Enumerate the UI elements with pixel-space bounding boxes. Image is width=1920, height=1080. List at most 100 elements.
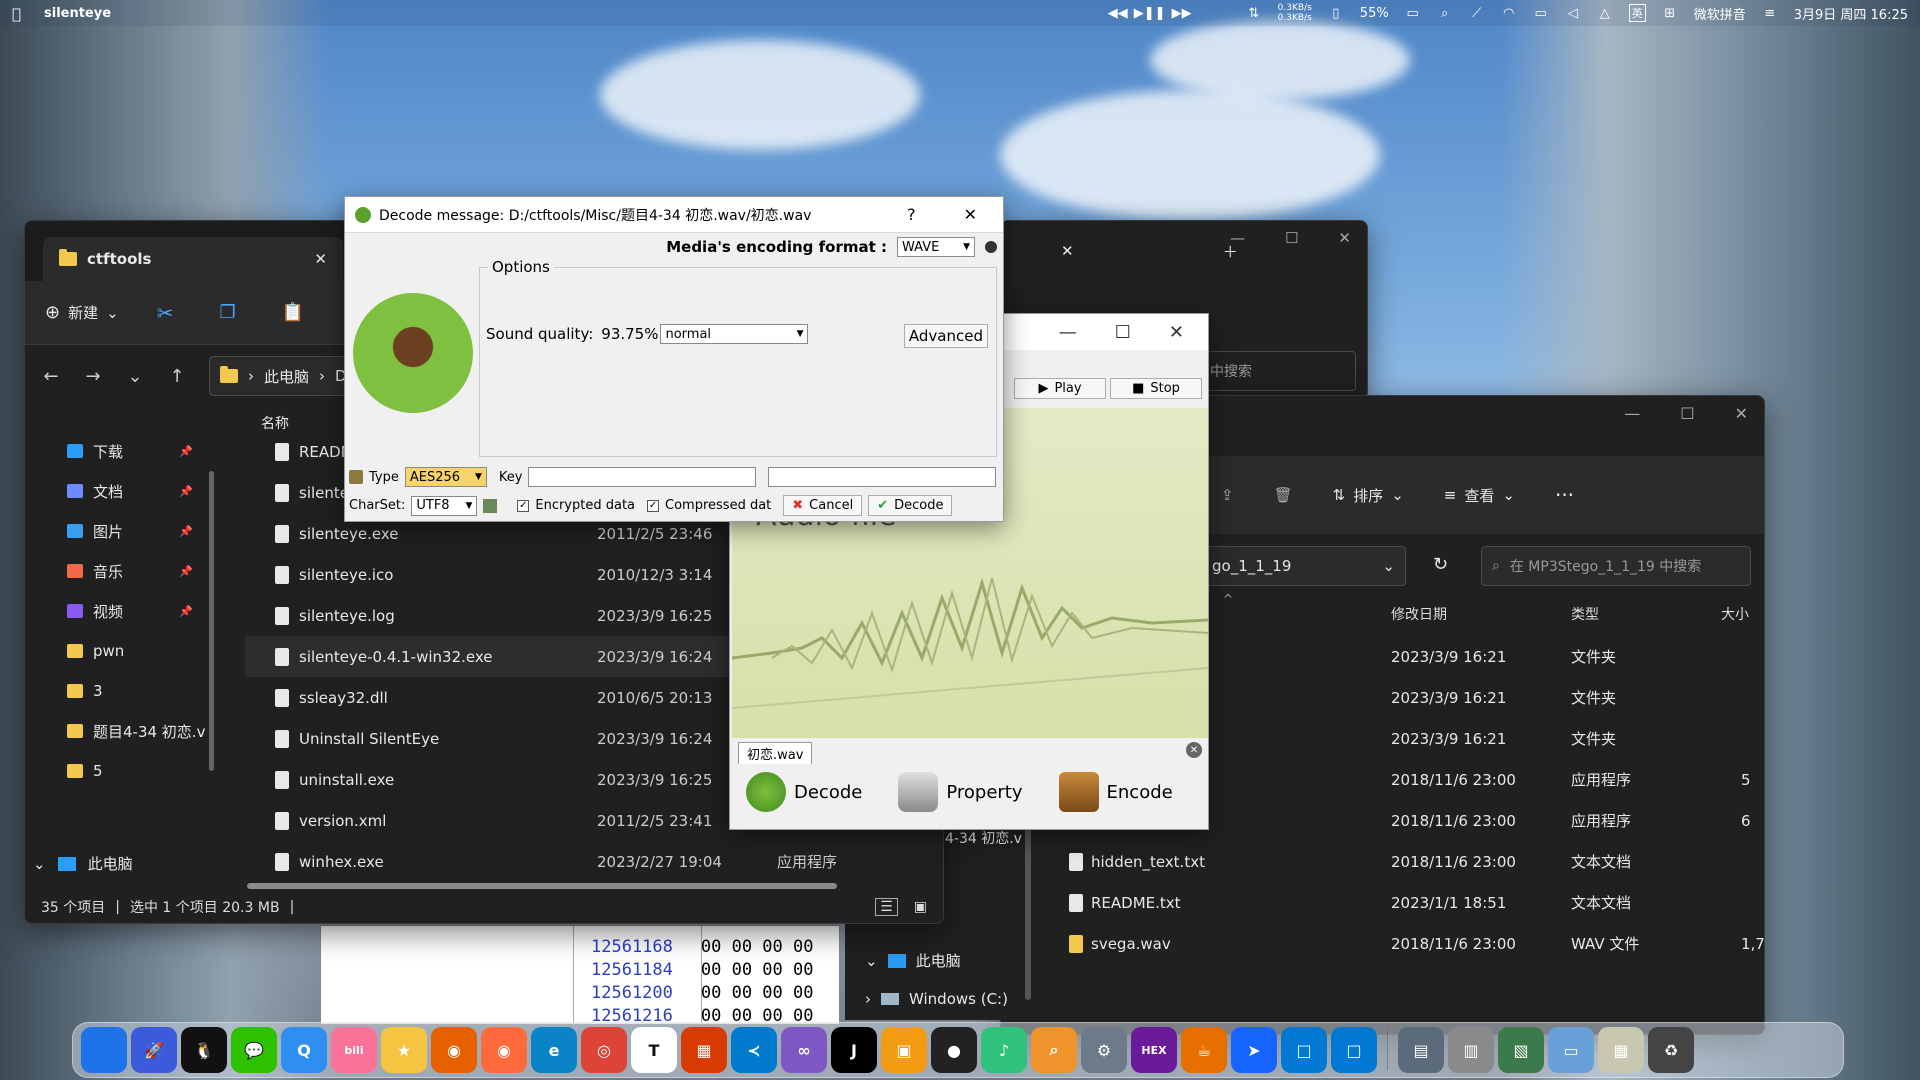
back-arrow-icon[interactable]: ←: [41, 366, 61, 387]
recent-1-icon[interactable]: ▤: [1398, 1027, 1444, 1073]
minimize-icon[interactable]: —: [1059, 322, 1077, 343]
hex-row[interactable]: 12561200 00 00 00 00: [591, 982, 813, 1005]
vscode-icon[interactable]: ≺: [731, 1027, 777, 1073]
close-icon[interactable]: ✕: [1169, 322, 1184, 343]
close-icon[interactable]: ✕: [1338, 229, 1351, 247]
firefox-icon[interactable]: ◉: [431, 1027, 477, 1073]
quality-mode-select[interactable]: normal ▼: [660, 324, 809, 344]
chevron-down-icon[interactable]: ⌄: [1382, 557, 1395, 575]
advanced-button[interactable]: Advanced: [903, 324, 988, 348]
chevron-right-icon[interactable]: ›: [865, 990, 871, 1008]
decode-main-button[interactable]: Decode: [746, 772, 862, 812]
sidebar-item[interactable]: 图片 📌: [25, 511, 215, 551]
close-tab-icon[interactable]: ✕: [314, 250, 327, 268]
sidebar-scrollbar[interactable]: [209, 471, 214, 771]
window-app-2-icon[interactable]: □: [1331, 1027, 1377, 1073]
obs-icon[interactable]: ●: [931, 1027, 977, 1073]
file-tab[interactable]: 初恋.wav: [738, 742, 813, 764]
phone-icon[interactable]: ▯: [1328, 6, 1344, 21]
office-suite-icon[interactable]: ▣: [881, 1027, 927, 1073]
format-select[interactable]: WAVE ▼: [897, 237, 975, 257]
ime-label[interactable]: 微软拼音: [1694, 4, 1746, 23]
sidebar-this-pc[interactable]: ⌄ 此电脑: [33, 853, 133, 874]
sidebar-item[interactable]: 音乐 📌: [25, 551, 215, 591]
datetime[interactable]: 3月9日 周四 16:25: [1794, 4, 1908, 23]
decode-button[interactable]: ✔ Decode: [868, 495, 953, 516]
winhex-icon[interactable]: HEX: [1131, 1027, 1177, 1073]
sidebar-item[interactable]: 下载 📌: [25, 431, 215, 471]
charset-icon[interactable]: [483, 498, 498, 513]
notification-icon[interactable]: △: [1597, 6, 1613, 21]
copy-icon[interactable]: ❐: [219, 302, 235, 323]
search-tool-icon[interactable]: ⌕: [1031, 1027, 1077, 1073]
pin-icon[interactable]: 📌: [179, 525, 193, 538]
type-select[interactable]: AES256 ▼: [404, 467, 487, 487]
jetbrains-icon[interactable]: J: [831, 1027, 877, 1073]
recent-3-icon[interactable]: ▧: [1498, 1027, 1544, 1073]
search-icon[interactable]: ⌕: [1437, 6, 1453, 21]
cut-icon[interactable]: ✂: [157, 301, 174, 325]
sidebar-item[interactable]: 视频 📌: [25, 591, 215, 631]
fast-forward-icon[interactable]: ▶▶: [1172, 6, 1192, 21]
property-button[interactable]: Property: [898, 772, 1023, 812]
help-button[interactable]: ?: [907, 205, 916, 224]
office-icon[interactable]: ▦: [681, 1027, 727, 1073]
active-app-name[interactable]: silenteye: [44, 6, 111, 21]
tree-windows-c[interactable]: › Windows (C:): [865, 990, 1008, 1008]
close-tab-icon[interactable]: ✕: [1061, 242, 1074, 260]
launchpad-icon[interactable]: 🚀: [131, 1027, 177, 1073]
table-row[interactable]: README.txt 2023/1/1 18:51 文本文档: [1001, 882, 1764, 923]
tiles-view-icon[interactable]: ▣: [914, 899, 927, 915]
pin-icon[interactable]: 📌: [179, 445, 193, 458]
visual-studio-icon[interactable]: ∞: [781, 1027, 827, 1073]
format-info-icon[interactable]: [985, 241, 997, 253]
play-button[interactable]: ▶ Play: [1014, 378, 1106, 399]
up-arrow-icon[interactable]: ↑: [167, 366, 187, 387]
sidebar-item[interactable]: 文档 📌: [25, 471, 215, 511]
mute-icon[interactable]: ◁: [1565, 6, 1581, 21]
compressed-checkbox[interactable]: ✓: [647, 499, 660, 512]
cancel-button[interactable]: ✖ Cancel: [783, 495, 863, 516]
pin-icon[interactable]: 📌: [179, 485, 193, 498]
recent-5-icon[interactable]: ▦: [1598, 1027, 1644, 1073]
charset-select[interactable]: UTF8 ▼: [411, 495, 478, 516]
close-icon[interactable]: ✕: [964, 205, 977, 224]
back-search-input[interactable]: 中搜索: [1210, 361, 1252, 381]
new-button[interactable]: ⊕ 新建 ⌄: [45, 302, 119, 323]
wechat-icon[interactable]: 💬: [231, 1027, 277, 1073]
column-size[interactable]: 大小: [1721, 604, 1749, 624]
close-file-icon[interactable]: ✕: [1186, 742, 1202, 758]
refresh-icon[interactable]: ↻: [1433, 554, 1448, 575]
maximize-icon[interactable]: ☐: [1680, 404, 1694, 423]
hex-row[interactable]: 12561184 00 00 00 00: [591, 959, 813, 982]
settings-icon[interactable]: ⚙: [1081, 1027, 1127, 1073]
bilibili-icon[interactable]: bili: [331, 1027, 377, 1073]
window-app-icon[interactable]: □: [1281, 1027, 1327, 1073]
sidebar-item[interactable]: 3: [25, 671, 215, 711]
battery-icon[interactable]: ▭: [1405, 6, 1421, 21]
address-path[interactable]: go_1_1_19: [1212, 557, 1291, 575]
paste-icon[interactable]: 📋: [282, 302, 304, 323]
key-confirm-input[interactable]: [768, 467, 997, 487]
breadcrumb-root[interactable]: 此电脑: [264, 366, 309, 387]
column-modified[interactable]: 修改日期: [1391, 604, 1447, 624]
notes-icon[interactable]: ★: [381, 1027, 427, 1073]
control-center-icon[interactable]: ≡: [1762, 6, 1778, 21]
sidebar-item[interactable]: pwn: [25, 631, 215, 671]
play-pause-icon[interactable]: ▶❚❚: [1134, 6, 1166, 21]
recent-2-icon[interactable]: ▥: [1448, 1027, 1494, 1073]
horizontal-scrollbar[interactable]: [247, 883, 837, 889]
column-type[interactable]: 类型: [1571, 604, 1599, 624]
details-view-icon[interactable]: ☰: [875, 898, 898, 916]
share-icon[interactable]: ⇪: [1221, 486, 1234, 504]
sidebar-item[interactable]: 题目4-34 初恋.v: [25, 711, 215, 751]
tab-ctftools[interactable]: ctftools ✕: [43, 237, 343, 281]
rewind-icon[interactable]: ◀◀: [1108, 6, 1128, 21]
edge-icon[interactable]: e: [531, 1027, 577, 1073]
qq-browser-icon[interactable]: Q: [281, 1027, 327, 1073]
chevron-down-icon[interactable]: ⌄: [865, 952, 878, 970]
trash-icon[interactable]: ♻: [1648, 1027, 1694, 1073]
stop-button[interactable]: ■ Stop: [1110, 378, 1202, 399]
tree-item-label[interactable]: 4-34 初恋.v: [945, 828, 1022, 848]
music-player-icon[interactable]: ♪: [981, 1027, 1027, 1073]
